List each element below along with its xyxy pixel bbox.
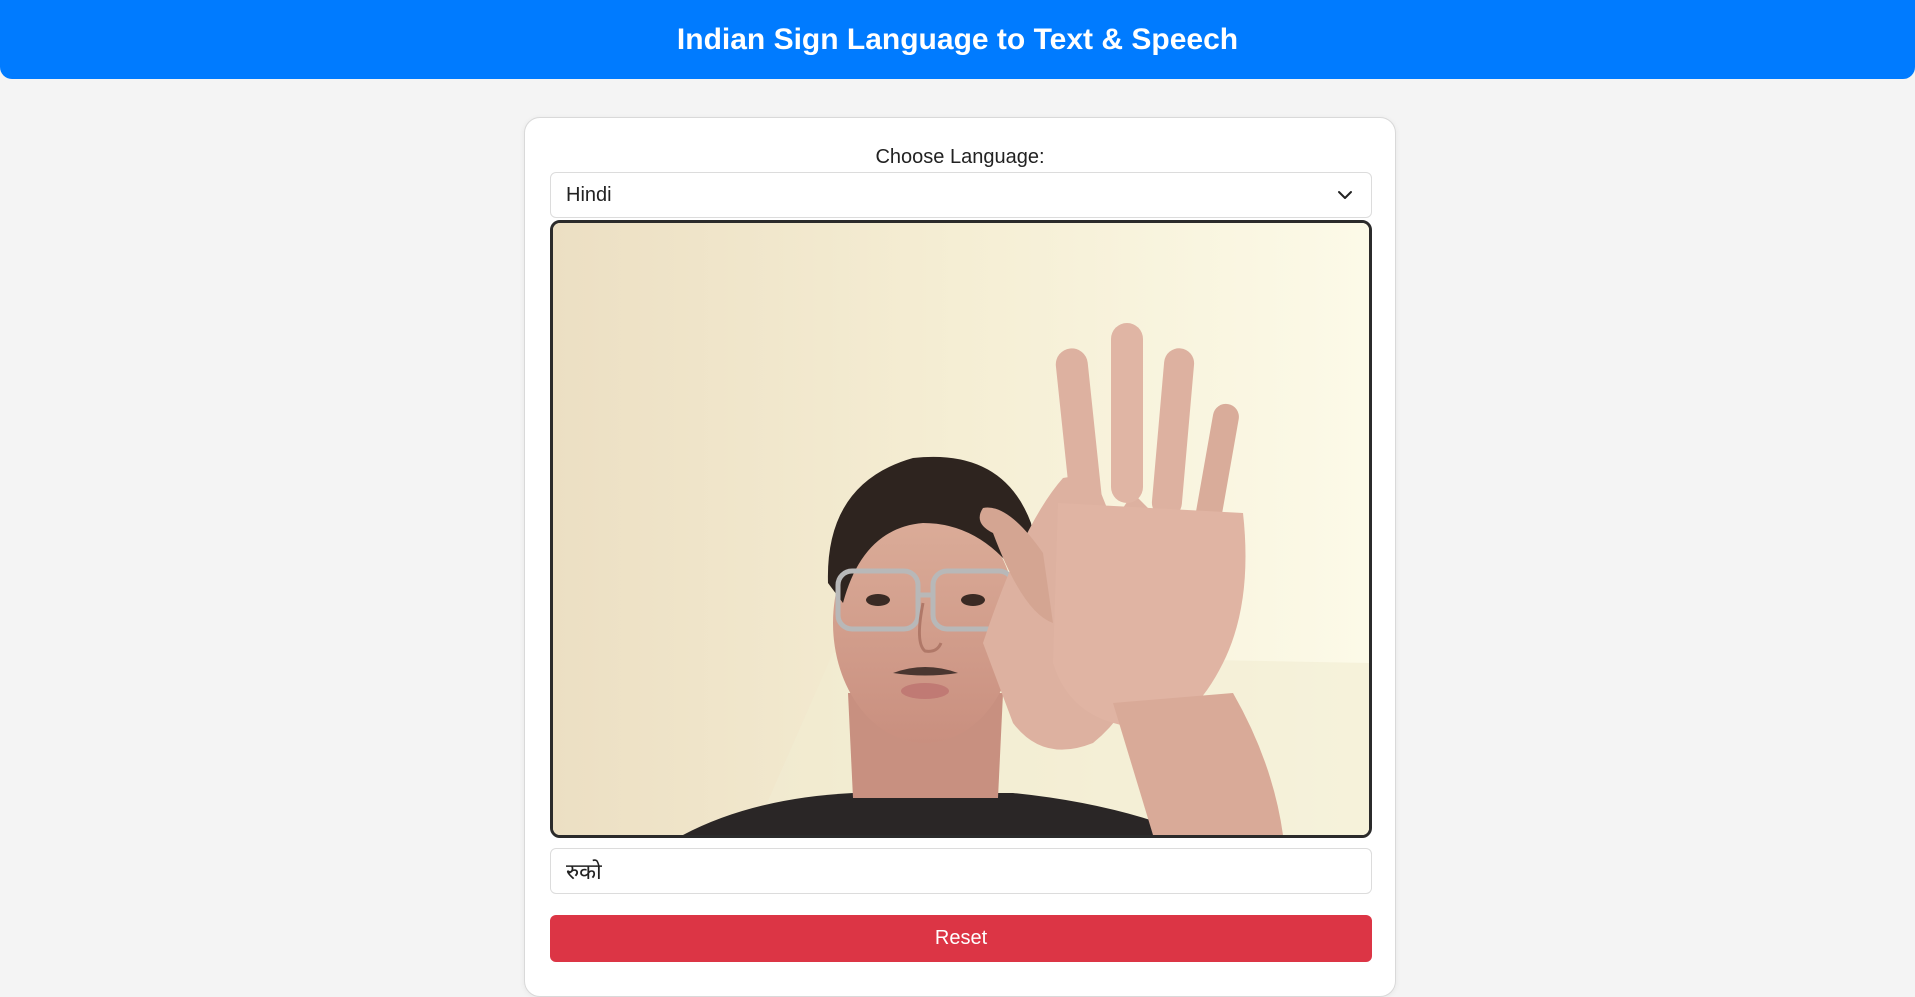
main-card: Choose Language: Hindi रुको Reset [524,117,1396,997]
chevron-down-icon [1338,191,1352,199]
translation-output[interactable]: रुको [550,848,1372,894]
camera-feed [550,220,1372,838]
language-label: Choose Language: [875,146,1045,168]
app-header: Indian Sign Language to Text & Speech [0,0,1915,79]
language-select[interactable]: Hindi [550,172,1372,218]
reset-button[interactable]: Reset [550,915,1372,962]
page-title: Indian Sign Language to Text & Speech [676,22,1239,56]
camera-frame-image [553,223,1369,835]
language-select-value: Hindi [566,183,612,206]
